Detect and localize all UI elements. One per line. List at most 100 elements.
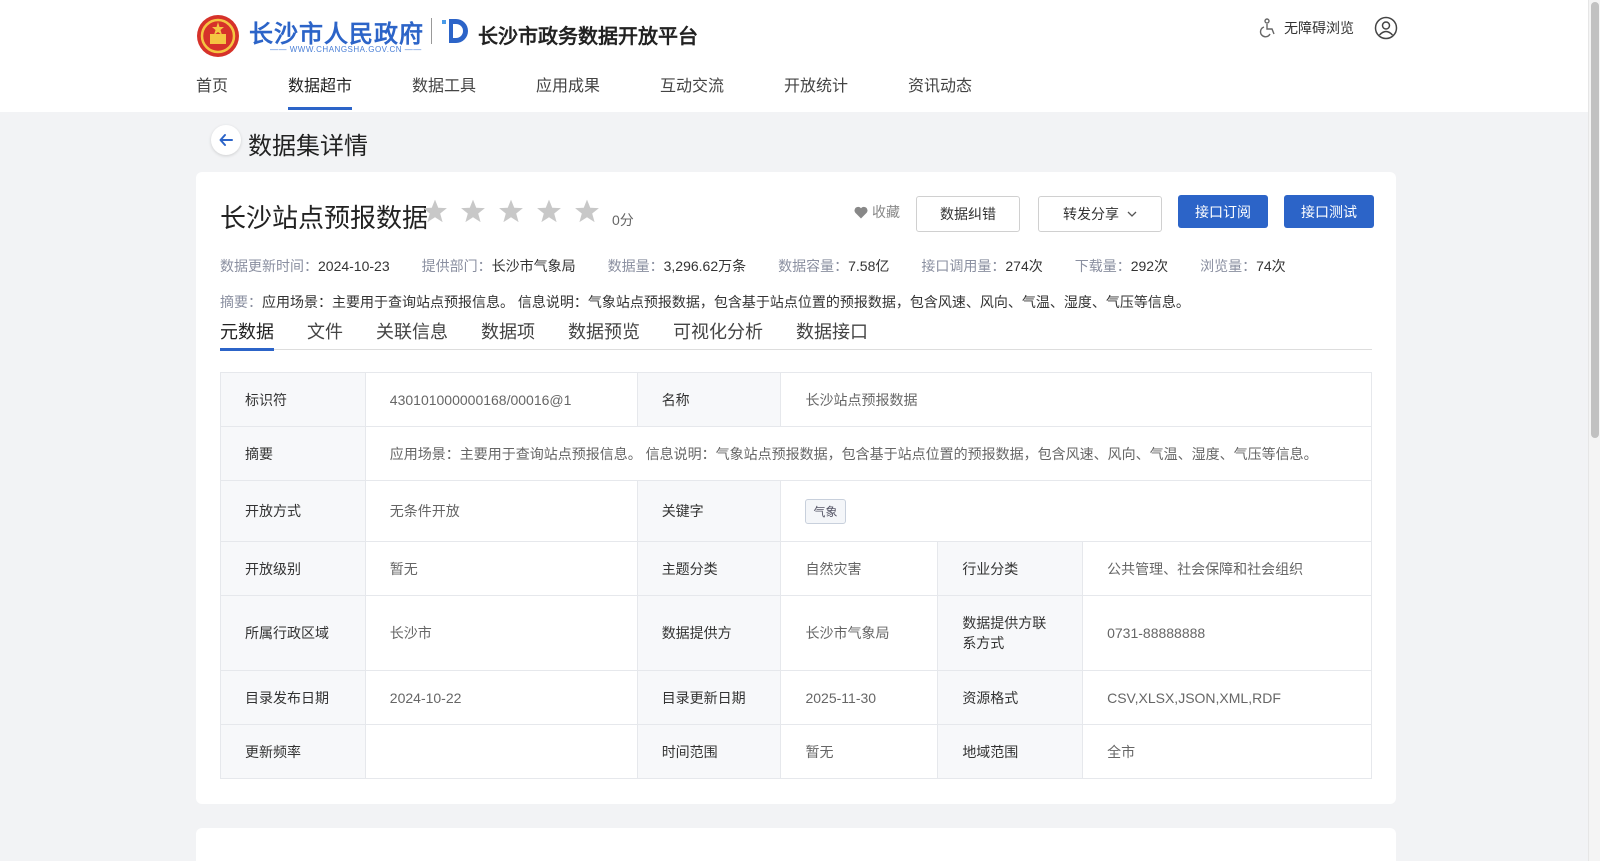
meta-value: 274次: [1005, 258, 1043, 274]
industry-label: 行业分类: [937, 541, 1084, 596]
back-button[interactable]: [211, 125, 241, 155]
meta-value: 292次: [1130, 258, 1169, 274]
nav-item-interaction[interactable]: 互动交流: [660, 72, 784, 110]
api-subscribe-button[interactable]: 接口订阅: [1178, 195, 1268, 228]
table-row: 所属行政区域 长沙市 数据提供方 长沙市气象局 数据提供方联系方式 0731-8…: [220, 595, 1372, 671]
dataset-card: 长沙站点预报数据 0分 收藏 数据纠错 转发分享 接口订阅 接口测试 数据更新时…: [196, 172, 1396, 804]
dataset-summary: 摘要：应用场景：主要用于查询站点预报信息。 信息说明：气象站点预报数据，包含基于…: [220, 292, 1190, 312]
rating-stars[interactable]: [422, 198, 600, 224]
tab-related-info[interactable]: 关联信息: [376, 318, 448, 350]
favorite-button[interactable]: 收藏: [854, 202, 900, 222]
tab-data-items[interactable]: 数据项: [481, 318, 535, 350]
accessibility-label: 无障碍浏览: [1284, 20, 1354, 36]
open-level-value: 暂无: [364, 541, 638, 596]
keyword-cell: 气象: [780, 480, 1372, 542]
page-scrollbar[interactable]: [1588, 0, 1600, 861]
table-row: 更新频率 时间范围 暂无 地域范围 全市: [220, 724, 1372, 779]
nav-item-applications[interactable]: 应用成果: [536, 72, 660, 110]
logo-subtitle: —— WWW.CHANGSHA.GOV.CN ——: [270, 45, 422, 54]
meta-label: 数据量：: [607, 258, 664, 274]
star-icon[interactable]: [536, 198, 562, 224]
summary-text: 应用场景：主要用于查询站点预报信息。 信息说明：气象站点预报数据，包含基于站点位…: [262, 294, 1190, 310]
meta-capacity: 数据容量：7.58亿: [778, 256, 889, 276]
logo-text[interactable]: 长沙市人民政府: [249, 14, 424, 49]
meta-label: 数据容量：: [778, 258, 849, 274]
meta-department: 提供部门：长沙市气象局: [422, 256, 576, 276]
meta-label: 浏览量：: [1200, 258, 1257, 274]
metadata-table: 标识符 430101000000168/00016@1 名称 长沙站点预报数据 …: [220, 372, 1373, 779]
summary-row-value: 应用场景：主要用于查询站点预报信息。 信息说明：气象站点预报数据，包含基于站点位…: [364, 426, 1373, 481]
summary-label: 摘要：: [220, 294, 262, 310]
platform-logo-icon: [442, 19, 468, 43]
meta-label: 下载量：: [1074, 258, 1131, 274]
nav-item-data-tools[interactable]: 数据工具: [412, 72, 536, 110]
meta-value: 7.58亿: [848, 258, 890, 274]
format-value: CSV,XLSX,JSON,XML,RDF: [1082, 670, 1372, 725]
meta-label: 提供部门：: [421, 258, 492, 274]
theme-value: 自然灾害: [780, 541, 939, 596]
nav-item-news[interactable]: 资讯动态: [908, 72, 1032, 110]
logo-divider: [431, 18, 432, 44]
tab-data-preview[interactable]: 数据预览: [568, 318, 640, 350]
main-nav: 首页 数据超市 数据工具 应用成果 互动交流 开放统计 资讯动态: [196, 72, 1032, 110]
table-row: 摘要 应用场景：主要用于查询站点预报信息。 信息说明：气象站点预报数据，包含基于…: [220, 426, 1373, 481]
meta-api-calls: 接口调用量：274次: [921, 256, 1042, 276]
data-correction-button[interactable]: 数据纠错: [916, 196, 1020, 232]
time-range-label: 时间范围: [636, 724, 782, 779]
meta-label: 接口调用量：: [921, 258, 1006, 274]
keyword-tag[interactable]: 气象: [805, 498, 846, 524]
identifier-label: 标识符: [220, 372, 366, 427]
meta-update-time: 数据更新时间：2024-10-23: [220, 256, 390, 276]
time-range-value: 暂无: [780, 724, 939, 779]
secondary-card: [196, 828, 1396, 861]
favorite-label: 收藏: [872, 204, 900, 220]
wheelchair-icon: [1259, 18, 1275, 38]
tab-files[interactable]: 文件: [307, 318, 343, 350]
table-row: 标识符 430101000000168/00016@1 名称 长沙站点预报数据: [220, 372, 1372, 427]
update-date-label: 目录更新日期: [636, 670, 782, 725]
contact-value: 0731-88888888: [1082, 595, 1372, 671]
star-icon[interactable]: [460, 198, 486, 224]
heart-icon: [854, 206, 868, 218]
theme-label: 主题分类: [636, 541, 782, 596]
tab-visual-analysis[interactable]: 可视化分析: [673, 318, 763, 350]
site-header: 长沙市人民政府 —— WWW.CHANGSHA.GOV.CN —— 长沙市政务数…: [0, 0, 1588, 112]
open-mode-value: 无条件开放: [364, 480, 638, 542]
user-icon[interactable]: [1374, 16, 1398, 40]
detail-tabs: 元数据 文件 关联信息 数据项 数据预览 可视化分析 数据接口: [220, 318, 1372, 351]
scrollbar-thumb[interactable]: [1591, 2, 1599, 438]
meta-downloads: 下载量：292次: [1075, 256, 1168, 276]
format-label: 资源格式: [937, 670, 1084, 725]
platform-title[interactable]: 长沙市政务数据开放平台: [478, 20, 698, 49]
star-icon[interactable]: [574, 198, 600, 224]
national-emblem-icon: [197, 15, 239, 57]
open-level-label: 开放级别: [220, 541, 366, 596]
update-date-value: 2025-11-30: [780, 670, 939, 725]
page-title: 数据集详情: [248, 133, 368, 160]
meta-value: 3,296.62万条: [663, 258, 747, 274]
contact-label: 数据提供方联系方式: [937, 595, 1084, 671]
nav-item-home[interactable]: 首页: [196, 72, 288, 110]
dataset-title: 长沙站点预报数据: [220, 203, 429, 233]
tab-metadata[interactable]: 元数据: [220, 318, 274, 351]
name-label: 名称: [636, 372, 782, 427]
meta-value: 74次: [1256, 258, 1286, 274]
share-dropdown[interactable]: 转发分享: [1038, 196, 1162, 232]
frequency-label: 更新频率: [220, 724, 366, 779]
nav-item-statistics[interactable]: 开放统计: [784, 72, 908, 110]
dataset-meta-row: 数据更新时间：2024-10-23 提供部门：长沙市气象局 数据量：3,296.…: [220, 256, 1318, 276]
arrow-left-icon: [219, 134, 233, 146]
api-test-button[interactable]: 接口测试: [1284, 195, 1374, 228]
summary-row-label: 摘要: [220, 426, 366, 481]
meta-views: 浏览量：74次: [1200, 256, 1286, 276]
nav-item-data-market[interactable]: 数据超市: [288, 72, 352, 110]
region-value: 长沙市: [364, 595, 638, 671]
accessibility-link[interactable]: 无障碍浏览: [1258, 18, 1354, 38]
star-icon[interactable]: [422, 198, 448, 224]
meta-label: 数据更新时间：: [220, 258, 318, 274]
geo-range-label: 地域范围: [937, 724, 1084, 779]
name-value: 长沙站点预报数据: [780, 372, 1372, 427]
star-icon[interactable]: [498, 198, 524, 224]
tab-data-api[interactable]: 数据接口: [796, 318, 868, 350]
table-row: 目录发布日期 2024-10-22 目录更新日期 2025-11-30 资源格式…: [220, 670, 1372, 725]
